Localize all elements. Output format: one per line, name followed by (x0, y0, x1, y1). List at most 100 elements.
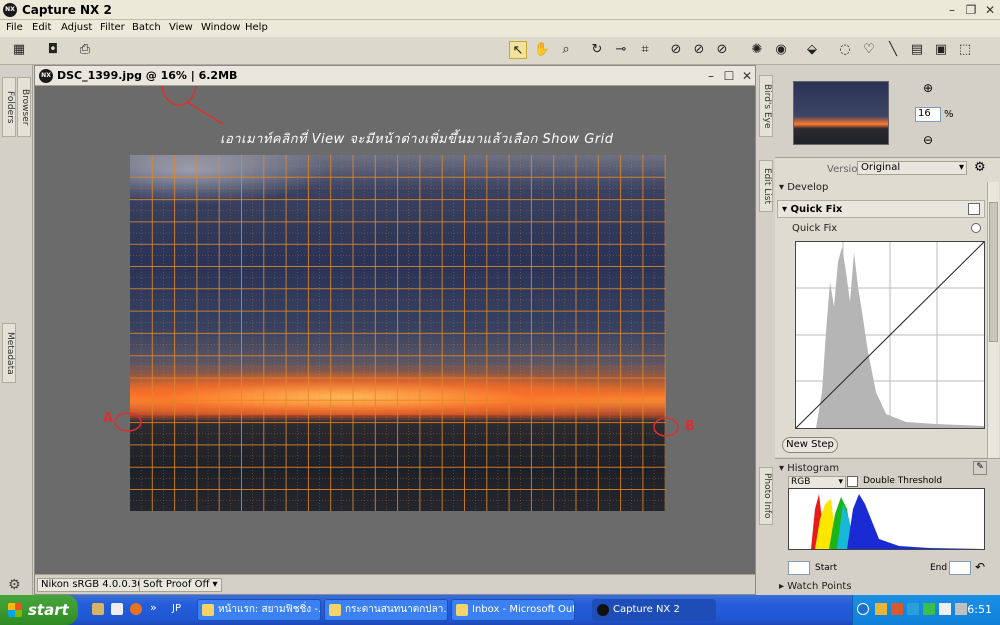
double-threshold-checkbox[interactable] (847, 476, 858, 487)
crop-icon[interactable]: ⌗ (636, 41, 654, 59)
tray-network-icon[interactable] (939, 603, 951, 615)
tray-app-icon[interactable] (891, 603, 903, 615)
tab-browser[interactable]: Browser (17, 77, 31, 137)
tray-volume-icon[interactable] (955, 603, 967, 615)
birds-eye-thumbnail[interactable] (793, 81, 889, 145)
white-control-point-icon[interactable]: ⊘ (713, 41, 731, 59)
soft-proof-dropdown[interactable]: Soft Proof Off ▾ (139, 578, 222, 592)
quick-fix-checkbox[interactable] (968, 203, 980, 215)
edit-settings-gear-icon[interactable]: ⚙ (974, 160, 986, 175)
tab-birds-eye[interactable]: Bird's Eye (759, 75, 773, 137)
menu-help[interactable]: Help (245, 22, 268, 33)
new-step-button[interactable]: New Step (782, 437, 838, 453)
tray-app-icon[interactable] (907, 603, 919, 615)
lasso-icon[interactable]: ◌ (836, 41, 854, 59)
version-dropdown[interactable]: Original ▾ (857, 161, 967, 175)
rotate-icon[interactable]: ↻ (588, 41, 606, 59)
zoom-out-icon[interactable]: ⊖ (923, 133, 933, 147)
selection-pen-icon[interactable]: ╲ (884, 41, 902, 59)
quicklaunch-user-icon[interactable] (92, 603, 104, 615)
hist-blue (847, 494, 984, 549)
zoom-in-icon[interactable]: ⊕ (923, 81, 933, 95)
marker-a: A (103, 411, 114, 426)
edit-list-scrollbar[interactable] (987, 182, 999, 458)
doc-close-icon[interactable]: ✕ (739, 68, 755, 84)
quick-fix-title: ▾ Quick Fix (782, 204, 843, 215)
capture-nx-icon (597, 604, 609, 616)
restore-icon[interactable]: ❐ (963, 2, 979, 18)
annotation-circle-a (114, 412, 142, 432)
tray-app-icon[interactable] (875, 603, 887, 615)
menu-view[interactable]: View (169, 22, 193, 33)
workspace-icon[interactable]: ▦ (10, 41, 28, 59)
status-bar: Nikon sRGB 4.0.0.3001 Soft Proof Off ▾ (35, 574, 755, 594)
language-indicator[interactable]: JP (172, 603, 181, 614)
quicklaunch-firefox-icon[interactable] (130, 603, 142, 615)
watch-points-label: Watch Points (787, 581, 852, 592)
menu-bar: File Edit Adjust Filter Batch View Windo… (0, 20, 1000, 37)
menu-edit[interactable]: Edit (32, 22, 51, 33)
menu-filter[interactable]: Filter (100, 22, 125, 33)
channel-value: RGB (791, 477, 811, 487)
image-canvas[interactable]: เอาเมาท์คลิกที่ View จะมีหน้าต่างเพิ่มขึ… (35, 86, 755, 574)
watch-points-header[interactable]: ▸ Watch Points (779, 581, 852, 592)
auto-retouch-icon[interactable]: ◉ (772, 41, 790, 59)
task-item-label: Capture NX 2 (613, 604, 680, 615)
direct-select-icon[interactable]: ↖ (509, 41, 527, 59)
menu-adjust[interactable]: Adjust (61, 22, 92, 33)
histogram-header[interactable]: ▾ Histogram (779, 463, 839, 474)
color-control-point-icon[interactable]: ⬙ (803, 41, 821, 59)
print-icon[interactable]: ⎙ (76, 41, 94, 59)
straighten-icon[interactable]: ⊸ (612, 41, 630, 59)
marquee-icon[interactable]: ⬚ (956, 41, 974, 59)
tray-arrow-icon[interactable] (857, 603, 869, 615)
end-input[interactable] (949, 561, 971, 575)
scrollbar-thumb[interactable] (989, 202, 998, 342)
eyedropper-icon[interactable]: ✎ (973, 461, 987, 475)
soft-proof-label: Soft Proof Off (143, 579, 210, 590)
develop-label: Develop (787, 182, 829, 193)
zoom-input[interactable]: 16 (915, 107, 941, 122)
end-label: End (930, 563, 948, 573)
menu-file[interactable]: File (6, 22, 23, 33)
birds-eye-panel: ⊕ 16 % ⊖ (775, 69, 997, 155)
fill-icon[interactable]: ▣ (932, 41, 950, 59)
start-button[interactable]: start (0, 595, 78, 625)
doc-minimize-icon[interactable]: – (703, 68, 719, 84)
quicklaunch-expand-icon[interactable]: » (150, 601, 157, 614)
tab-folders[interactable]: Folders (2, 77, 16, 137)
develop-header[interactable]: ▾ Develop (779, 182, 828, 193)
tab-edit-list[interactable]: Edit List (759, 160, 773, 212)
task-item-label: หน้าแรก: สยามฟิชชิ่ง -... (218, 604, 321, 615)
levels-curves-graph[interactable] (795, 241, 985, 429)
quick-fix-header[interactable]: ▾ Quick Fix (777, 200, 985, 218)
camera-icon[interactable]: ◘ (44, 41, 62, 59)
task-item[interactable]: กระดานสนทนาตกปลา... (324, 599, 448, 621)
task-item[interactable]: Inbox - Microsoft Out... (451, 599, 575, 621)
quick-fix-radio[interactable] (971, 223, 981, 233)
quicklaunch-doc-icon[interactable] (111, 603, 123, 615)
tab-metadata[interactable]: Metadata (2, 323, 16, 383)
hand-icon[interactable]: ✋ (533, 41, 551, 59)
histogram-svg (811, 494, 984, 549)
task-item[interactable]: หน้าแรก: สยามฟิชชิ่ง -... (197, 599, 321, 621)
black-control-point-icon[interactable]: ⊘ (667, 41, 685, 59)
gradient-icon[interactable]: ▤ (908, 41, 926, 59)
tab-photo-info[interactable]: Photo Info (759, 467, 773, 525)
settings-gear-icon[interactable]: ⚙ (8, 577, 21, 593)
tray-app-icon[interactable] (923, 603, 935, 615)
zoom-icon[interactable]: ⌕ (557, 41, 575, 59)
reset-icon[interactable]: ↶ (975, 560, 985, 574)
task-item-active[interactable]: Capture NX 2 (592, 599, 716, 621)
document-title: DSC_1399.jpg @ 16% | 6.2MB (57, 69, 238, 82)
minimize-icon[interactable]: – (944, 2, 960, 18)
doc-maximize-icon[interactable]: ☐ (721, 68, 737, 84)
menu-batch[interactable]: Batch (132, 22, 161, 33)
menu-window[interactable]: Window (201, 22, 240, 33)
red-eye-icon[interactable]: ✺ (748, 41, 766, 59)
close-icon[interactable]: ✕ (982, 2, 998, 18)
neutral-control-point-icon[interactable]: ⊘ (690, 41, 708, 59)
toolbar: ▦ ◘ ⎙ ↖ ✋ ⌕ ↻ ⊸ ⌗ ⊘ ⊘ ⊘ ✺ ◉ ⬙ ◌ ♡ ╲ ▤ ▣ … (0, 37, 1000, 65)
start-input[interactable] (788, 561, 810, 575)
selection-brush-icon[interactable]: ♡ (860, 41, 878, 59)
